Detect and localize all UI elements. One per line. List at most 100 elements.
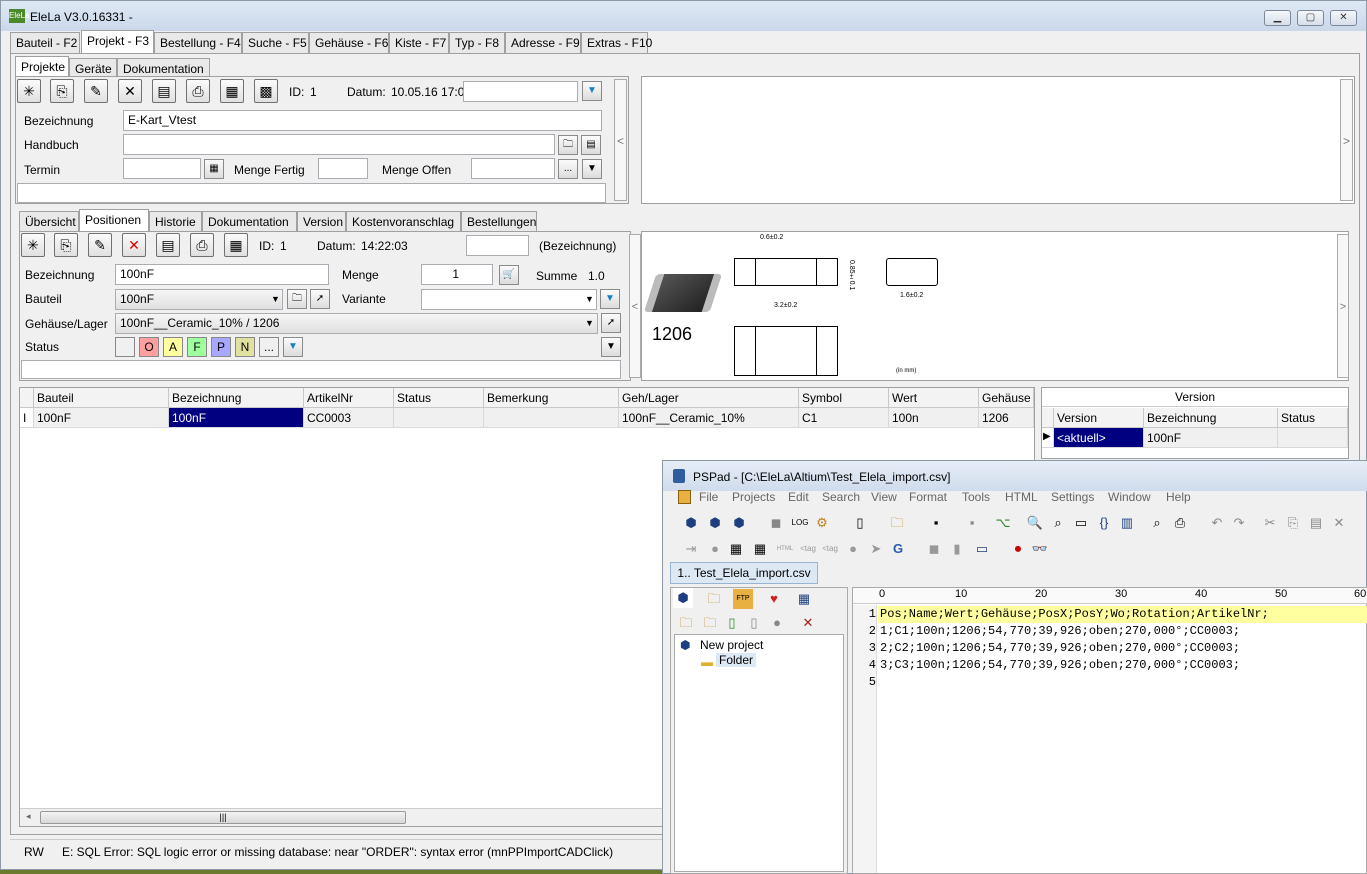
tab-gehaeuse[interactable]: Gehäuse - F6 bbox=[309, 32, 389, 53]
position-archive-icon[interactable]: ▤ bbox=[156, 233, 180, 257]
position-print-icon[interactable]: ⎙ bbox=[190, 233, 214, 257]
remove-icon[interactable]: ▯ bbox=[744, 613, 764, 633]
glasses-icon[interactable]: 👓 bbox=[1030, 539, 1050, 559]
minimize-button[interactable]: ▁ bbox=[1264, 10, 1291, 26]
tag-icon[interactable]: <tag bbox=[798, 539, 818, 559]
copy-icon[interactable]: ⎘ bbox=[1283, 513, 1303, 533]
settings-gear-icon[interactable]: ⚙ bbox=[812, 513, 832, 533]
status-p-button[interactable]: P bbox=[211, 337, 231, 357]
copy-project-icon[interactable]: ⎘ bbox=[50, 79, 74, 103]
pspad-menu-icon[interactable] bbox=[678, 490, 691, 504]
menge-input[interactable]: 1 bbox=[421, 264, 493, 285]
tree-folder[interactable]: Folder bbox=[716, 653, 757, 667]
col-status[interactable]: Status bbox=[394, 388, 484, 408]
menu-search[interactable]: Search bbox=[822, 490, 860, 504]
expand-right-button[interactable]: > bbox=[1340, 79, 1353, 201]
indent-icon[interactable]: ⇥ bbox=[681, 539, 701, 559]
status-dropdown-icon[interactable]: ▼ bbox=[601, 337, 621, 357]
code-line[interactable]: 1;C1;100n;1206;54,770;39,926;oben;270,00… bbox=[880, 624, 1240, 638]
tab-projekte[interactable]: Projekte bbox=[15, 56, 69, 77]
menu-window[interactable]: Window bbox=[1108, 490, 1151, 504]
close-project-icon[interactable]: ◼ bbox=[766, 513, 786, 533]
menu-projects[interactable]: Projects bbox=[732, 490, 775, 504]
tab-suche[interactable]: Suche - F5 bbox=[242, 32, 309, 53]
menu-view[interactable]: View bbox=[871, 490, 897, 504]
tab-extras[interactable]: Extras - F10 bbox=[581, 32, 652, 53]
open-project-icon[interactable]: ⬢ bbox=[705, 513, 725, 533]
footprint-expand-button[interactable]: > bbox=[1337, 234, 1349, 378]
variante-filter-icon[interactable]: ▼ bbox=[600, 289, 620, 309]
status-n-button[interactable]: N bbox=[235, 337, 255, 357]
tab-bestellungen[interactable]: Bestellungen bbox=[461, 211, 537, 232]
print-icon[interactable]: ⎙ bbox=[186, 79, 210, 103]
cell-gehaeuse[interactable]: 1206 bbox=[979, 408, 1034, 428]
col-bezeichnung[interactable]: Bezeichnung bbox=[169, 388, 304, 408]
add-file-icon[interactable]: ▯ bbox=[722, 613, 742, 633]
version-col-version[interactable]: Version bbox=[1054, 408, 1144, 428]
color-grid-icon[interactable]: ▦ bbox=[726, 539, 746, 559]
tab-kiste[interactable]: Kiste - F7 bbox=[389, 32, 449, 53]
tab-typ[interactable]: Typ - F8 bbox=[449, 32, 505, 53]
cut-icon[interactable]: ✂ bbox=[1260, 513, 1280, 533]
version-cell-version[interactable]: <aktuell> bbox=[1054, 428, 1144, 448]
menu-format[interactable]: Format bbox=[909, 490, 947, 504]
monitor-icon[interactable]: ▭ bbox=[972, 539, 992, 559]
cell-bemerkung[interactable] bbox=[484, 408, 619, 428]
html-to-text-icon[interactable]: HTML bbox=[775, 539, 795, 559]
save-project-icon[interactable]: ⬢ bbox=[729, 513, 749, 533]
ftp-tab-icon[interactable]: FTP bbox=[733, 589, 753, 609]
log-icon[interactable]: LOG bbox=[790, 513, 810, 533]
paste-icon[interactable]: ▤ bbox=[1306, 513, 1326, 533]
version-cell-bezeichnung[interactable]: 100nF bbox=[1144, 428, 1278, 448]
menu-html[interactable]: HTML bbox=[1005, 490, 1038, 504]
footprint-collapse-button[interactable]: < bbox=[629, 234, 641, 378]
new-file-icon[interactable]: ▯ bbox=[850, 513, 870, 533]
col-bemerkung[interactable]: Bemerkung bbox=[484, 388, 619, 408]
cell-geh-lager[interactable]: 100nF__Ceramic_10% bbox=[619, 408, 799, 428]
new-position-icon[interactable]: ✳ bbox=[21, 233, 45, 257]
cell-bauteil[interactable]: 100nF bbox=[34, 408, 169, 428]
edit-project-icon[interactable]: ✎ bbox=[84, 79, 108, 103]
goto-gehaeuse-icon[interactable]: ➚ bbox=[601, 313, 621, 333]
tab-projekt[interactable]: Projekt - F3 bbox=[81, 30, 154, 53]
strip-tag-icon[interactable]: <tag bbox=[820, 539, 840, 559]
bezeichnung-input[interactable]: E-Kart_Vtest bbox=[123, 110, 602, 131]
menu-help[interactable]: Help bbox=[1166, 490, 1191, 504]
open-file-icon[interactable]: 🗀 bbox=[887, 513, 907, 533]
calendar-icon[interactable]: ▦ bbox=[204, 159, 224, 179]
tree-root[interactable]: New project bbox=[700, 638, 763, 652]
open-folder-icon[interactable]: 🗀 bbox=[558, 135, 578, 155]
status-blank-button[interactable] bbox=[115, 337, 135, 357]
code-explorer-icon[interactable]: {} bbox=[1094, 513, 1114, 533]
cell-wert[interactable]: 100n bbox=[889, 408, 979, 428]
tab-pos-dokumentation[interactable]: Dokumentation bbox=[202, 211, 297, 232]
tools-icon[interactable]: ✕ bbox=[798, 613, 818, 633]
delete-position-icon[interactable]: ✕ bbox=[122, 233, 146, 257]
redo-icon[interactable]: ↷ bbox=[1229, 513, 1249, 533]
tab-bestellung[interactable]: Bestellung - F4 bbox=[154, 32, 242, 53]
replace-icon[interactable]: ⌕ bbox=[1048, 513, 1068, 533]
tree-icon[interactable]: ⌥ bbox=[993, 513, 1013, 533]
status-more-button[interactable]: ... bbox=[259, 337, 279, 357]
undo-icon[interactable]: ↶ bbox=[1207, 513, 1227, 533]
record-macro-icon[interactable]: ⏺ bbox=[1008, 539, 1028, 559]
import-cad-icon[interactable]: ▦ bbox=[224, 233, 248, 257]
open-bauteil-icon[interactable]: 🗀 bbox=[287, 289, 307, 309]
document-icon[interactable]: ▤ bbox=[581, 135, 601, 155]
close-window-button[interactable]: ✕ bbox=[1330, 10, 1357, 26]
properties-icon[interactable]: ● bbox=[767, 613, 787, 633]
archive-icon[interactable]: ▤ bbox=[152, 79, 176, 103]
maximize-button[interactable]: ▢ bbox=[1297, 10, 1324, 26]
print-preview-icon[interactable]: ⌕ bbox=[1147, 513, 1167, 533]
status-filter-icon[interactable]: ▼ bbox=[283, 337, 303, 357]
menge-offen-input[interactable] bbox=[471, 158, 555, 179]
save-all-icon[interactable]: ▪ bbox=[962, 513, 982, 533]
new-project-icon[interactable]: ✳ bbox=[17, 79, 41, 103]
col-bauteil[interactable]: Bauteil bbox=[34, 388, 169, 408]
cell-artikelnr[interactable]: CC0003 bbox=[304, 408, 394, 428]
favorites-heart-icon[interactable]: ♥ bbox=[764, 589, 784, 609]
tab-kostenvoranschlag[interactable]: Kostenvoranschlag bbox=[346, 211, 461, 232]
pos-bezeichnung-input[interactable]: 100nF bbox=[115, 264, 329, 285]
col-gehaeuse[interactable]: Gehäuse bbox=[979, 388, 1034, 408]
book-icon[interactable]: ▥ bbox=[1117, 513, 1137, 533]
